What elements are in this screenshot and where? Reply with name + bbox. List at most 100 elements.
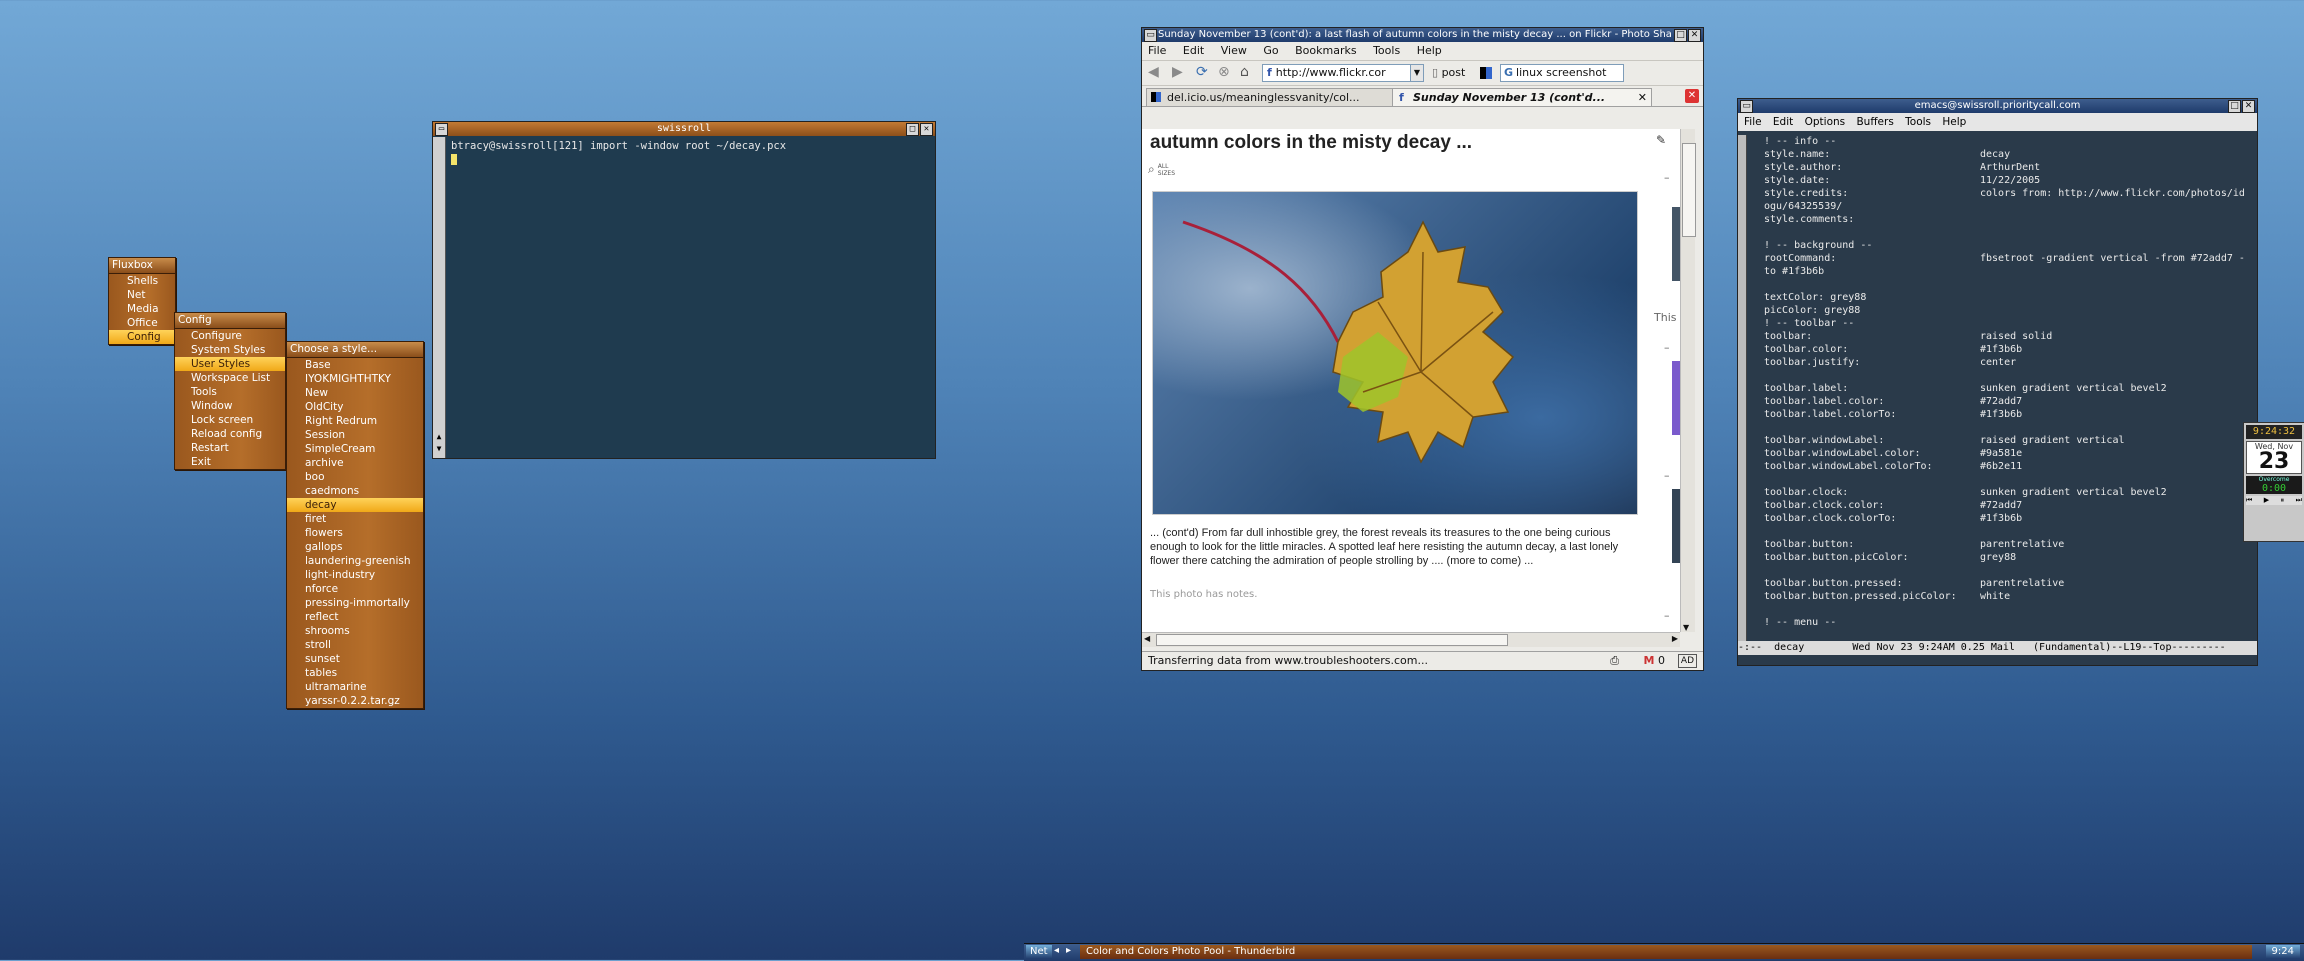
back-icon[interactable]: ◀ xyxy=(1148,64,1159,80)
tab-close-icon[interactable]: ✕ xyxy=(1638,89,1647,106)
forward-icon[interactable]: ▶ xyxy=(1172,64,1183,80)
rewind-icon[interactable]: ⏮ xyxy=(2246,496,2252,505)
tab-flickr[interactable]: f Sunday November 13 (cont'd... ✕ xyxy=(1392,88,1652,106)
scroll-thumb[interactable] xyxy=(1682,143,1696,237)
scroll-right-icon[interactable]: ▶ xyxy=(1672,634,1678,643)
style-item-new[interactable]: New xyxy=(287,386,423,400)
collapse-icon[interactable]: – xyxy=(1664,469,1670,482)
page-horizontal-scrollbar[interactable]: ◀ ▶ xyxy=(1142,632,1680,647)
style-item-gallops[interactable]: gallops xyxy=(287,540,423,554)
emacs-menu-file[interactable]: File xyxy=(1744,116,1762,128)
forward-icon[interactable]: ⏭ xyxy=(2296,496,2302,505)
style-item-sunset[interactable]: sunset xyxy=(287,652,423,666)
adblock-badge[interactable]: AD xyxy=(1677,654,1697,668)
prev-workspace-icon[interactable]: ◂ xyxy=(1054,945,1059,956)
bookmark-post[interactable]: ▯ post xyxy=(1432,64,1465,82)
printer-icon[interactable]: ⎙ xyxy=(1610,652,1619,670)
maximize-icon[interactable]: □ xyxy=(906,123,919,136)
style-item-nforce[interactable]: nforce xyxy=(287,582,423,596)
search-box[interactable]: Glinux screenshot xyxy=(1500,64,1624,82)
terminal-scrollbar[interactable]: ▲ ▼ xyxy=(433,137,446,458)
menu-item-configure[interactable]: Configure xyxy=(175,329,285,343)
emacs-menu-buffers[interactable]: Buffers xyxy=(1856,116,1893,128)
workspace-name[interactable]: Net xyxy=(1026,945,1052,959)
tab-delicious[interactable]: del.icio.us/meaninglessvanity/col... ✕ xyxy=(1146,88,1412,106)
menu-item-config[interactable]: Config xyxy=(109,330,175,344)
close-tab-button[interactable]: ✕ xyxy=(1685,89,1699,103)
menu-item-media[interactable]: Media xyxy=(109,302,175,316)
terminal-titlebar[interactable]: ▭ swissroll □ ✕ xyxy=(433,122,935,136)
menu-item-window[interactable]: Window xyxy=(175,399,285,413)
maximize-icon[interactable]: □ xyxy=(1674,29,1687,42)
play-icon[interactable]: ▶ xyxy=(2264,496,2269,505)
menu-item-restart[interactable]: Restart xyxy=(175,441,285,455)
style-item-pressing-immortally[interactable]: pressing-immortally xyxy=(287,596,423,610)
menu-item-exit[interactable]: Exit xyxy=(175,455,285,469)
menu-bookmarks[interactable]: Bookmarks xyxy=(1295,44,1356,57)
scroll-left-icon[interactable]: ◀ xyxy=(1144,634,1150,643)
pause-icon[interactable]: ⏸ xyxy=(2281,496,2285,505)
menu-item-user-styles[interactable]: User Styles xyxy=(175,357,285,371)
style-item-archive[interactable]: archive xyxy=(287,456,423,470)
emacs-menu-options[interactable]: Options xyxy=(1805,116,1846,128)
firefox-titlebar[interactable]: ▭ Sunday November 13 (cont'd): a last fl… xyxy=(1142,28,1703,42)
style-item-light-industry[interactable]: light-industry xyxy=(287,568,423,582)
all-sizes-link[interactable]: ⌕ ALL SIZES xyxy=(1148,162,1176,177)
menu-help[interactable]: Help xyxy=(1417,44,1442,57)
next-workspace-icon[interactable]: ▸ xyxy=(1066,945,1071,956)
close-icon[interactable]: ✕ xyxy=(920,123,933,136)
menu-view[interactable]: View xyxy=(1221,44,1247,57)
style-item-ultramarine[interactable]: ultramarine xyxy=(287,680,423,694)
close-icon[interactable]: ✕ xyxy=(2242,100,2255,113)
photo[interactable] xyxy=(1152,191,1638,515)
menu-item-net[interactable]: Net xyxy=(109,288,175,302)
style-item-session[interactable]: Session xyxy=(287,428,423,442)
window-menu-icon[interactable]: ▭ xyxy=(1740,100,1753,113)
close-icon[interactable]: ✕ xyxy=(1688,29,1701,42)
style-item-laundering-greenish[interactable]: laundering-greenish xyxy=(287,554,423,568)
style-item-reflect[interactable]: reflect xyxy=(287,610,423,624)
stop-icon[interactable]: ⊗ xyxy=(1218,64,1230,80)
emacs-menu-edit[interactable]: Edit xyxy=(1773,116,1793,128)
menu-item-reload-config[interactable]: Reload config xyxy=(175,427,285,441)
style-item-simplecream[interactable]: SimpleCream xyxy=(287,442,423,456)
style-item-right-redrum[interactable]: Right Redrum xyxy=(287,414,423,428)
page-vertical-scrollbar[interactable]: ▼ xyxy=(1680,129,1696,632)
style-item-boo[interactable]: boo xyxy=(287,470,423,484)
thumbnail[interactable] xyxy=(1672,489,1680,563)
collapse-icon[interactable]: – xyxy=(1664,609,1670,622)
menu-go[interactable]: Go xyxy=(1263,44,1278,57)
emacs-menu-help[interactable]: Help xyxy=(1942,116,1966,128)
window-menu-icon[interactable]: ▭ xyxy=(435,123,448,136)
reload-icon[interactable]: ⟳ xyxy=(1196,64,1208,80)
menu-file[interactable]: File xyxy=(1148,44,1166,57)
thumbnail[interactable] xyxy=(1672,361,1680,435)
emacs-titlebar[interactable]: ▭ emacs@swissroll.prioritycall.com □ ✕ xyxy=(1738,99,2257,113)
window-label[interactable]: Color and Colors Photo Pool - Thunderbir… xyxy=(1080,945,2252,959)
url-bar[interactable]: f http://www.flickr.cor xyxy=(1262,64,1412,82)
scroll-thumb[interactable] xyxy=(1156,634,1508,646)
menu-tools[interactable]: Tools xyxy=(1373,44,1400,57)
home-icon[interactable]: ⌂ xyxy=(1240,64,1249,80)
collapse-icon[interactable]: – xyxy=(1664,341,1670,354)
style-item-base[interactable]: Base xyxy=(287,358,423,372)
menu-item-workspace-list[interactable]: Workspace List xyxy=(175,371,285,385)
emacs-menu-tools[interactable]: Tools xyxy=(1905,116,1931,128)
style-item-shrooms[interactable]: shrooms xyxy=(287,624,423,638)
scroll-up-icon[interactable]: ▲ xyxy=(434,432,444,444)
style-item-stroll[interactable]: stroll xyxy=(287,638,423,652)
style-item-caedmons[interactable]: caedmons xyxy=(287,484,423,498)
delicious-icon[interactable] xyxy=(1480,67,1492,79)
thumbnail[interactable] xyxy=(1672,207,1680,281)
style-item-yarssr-0-2-2-tar-gz[interactable]: yarssr-0.2.2.tar.gz xyxy=(287,694,423,708)
web-page[interactable]: autumn colors in the misty decay ... ⌕ A… xyxy=(1142,129,1680,632)
style-item-firet[interactable]: firet xyxy=(287,512,423,526)
menu-item-tools[interactable]: Tools xyxy=(175,385,285,399)
url-dropdown-icon[interactable]: ▼ xyxy=(1410,64,1424,82)
style-item-decay[interactable]: decay xyxy=(287,498,423,512)
window-menu-icon[interactable]: ▭ xyxy=(1144,29,1157,42)
scroll-down-icon[interactable]: ▼ xyxy=(434,444,444,456)
menu-item-shells[interactable]: Shells xyxy=(109,274,175,288)
menu-item-system-styles[interactable]: System Styles xyxy=(175,343,285,357)
menu-item-lock-screen[interactable]: Lock screen xyxy=(175,413,285,427)
